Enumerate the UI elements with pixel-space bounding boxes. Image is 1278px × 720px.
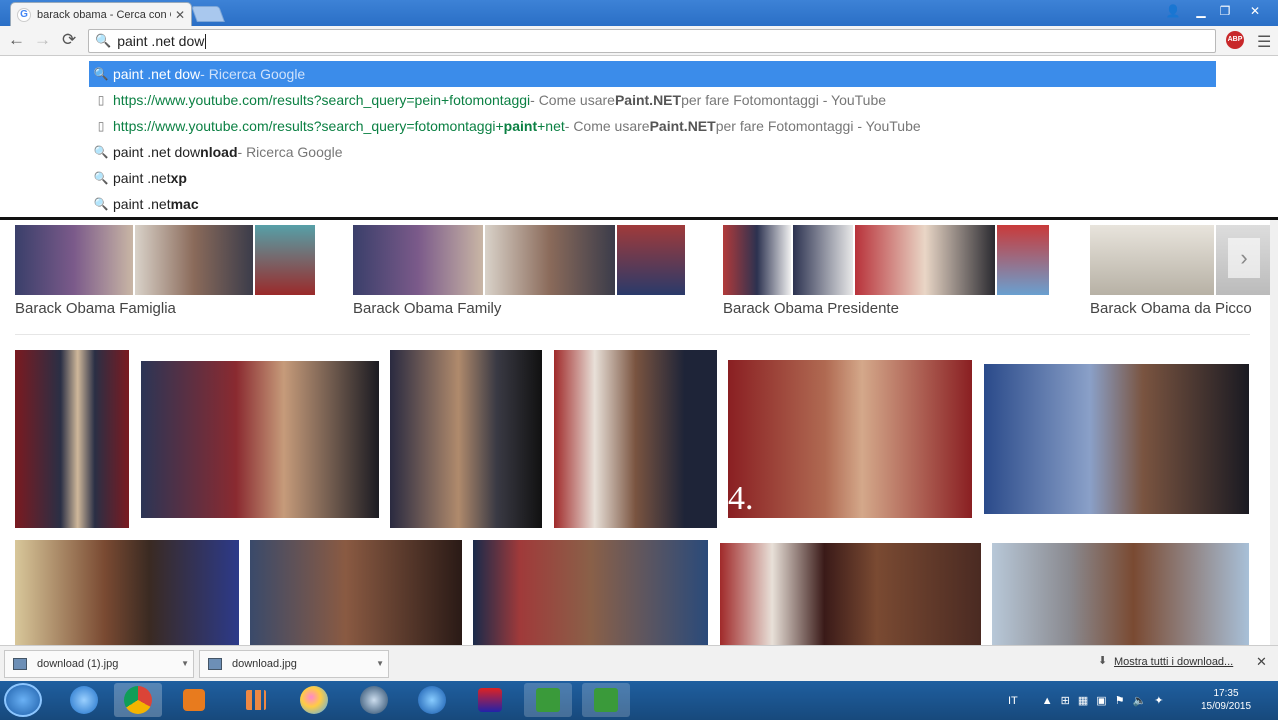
related-label[interactable]: Barack Obama da Picco — [1090, 300, 1265, 317]
clock[interactable]: 17:35 15/09/2015 — [1196, 687, 1256, 713]
search-icon: 🔍 — [95, 33, 112, 48]
suggestion-item[interactable]: 🔍 paint .net dow nload - Ricerca Google — [89, 139, 1216, 165]
action-center-icon[interactable]: ⚑ — [1115, 694, 1125, 707]
windows-start-button[interactable] — [4, 683, 42, 717]
back-arrow-icon[interactable]: ← — [8, 31, 25, 49]
image-result[interactable] — [15, 540, 239, 645]
close-icon[interactable]: ✕ — [1256, 654, 1267, 670]
windows-flag-icon[interactable]: ⊞ — [1061, 694, 1070, 707]
chrome-icon[interactable] — [114, 683, 162, 717]
adblock-plus-icon[interactable]: ABP — [1226, 31, 1244, 49]
related-thumbs[interactable] — [15, 225, 315, 295]
blue-app-icon[interactable] — [408, 683, 456, 717]
user-icon[interactable]: 👤 — [1160, 2, 1186, 20]
close-window-button[interactable]: ✕ — [1242, 2, 1268, 20]
suggestion-item[interactable]: ▯ https://www.youtube.com/results?search… — [89, 113, 1216, 139]
text-audio-icon[interactable] — [466, 683, 514, 717]
suggestion-item[interactable]: ▯ https://www.youtube.com/results?search… — [89, 87, 1216, 113]
image-file-icon — [13, 658, 27, 670]
search-icon: 🔍 — [93, 171, 109, 185]
browser-tab[interactable]: G barack obama - Cerca con Google ✕ — [10, 2, 192, 26]
camtasia-recorder-icon[interactable] — [582, 683, 630, 717]
volume-icon[interactable]: 🔈 — [1133, 694, 1147, 707]
browser-toolbar: ← → ⟳ 🔍 paint .net dow ABP ☰ — [0, 26, 1278, 56]
image-file-icon — [208, 658, 222, 670]
google-favicon-icon: G — [17, 7, 31, 22]
system-tray: IT ▲ ⊞ ▦ ▣ ⚑ 🔈 ✦ — [1008, 681, 1164, 720]
suggestion-item[interactable]: 🔍 paint .net dow - Ricerca Google — [89, 61, 1216, 87]
language-indicator[interactable]: IT — [1008, 695, 1018, 707]
suggestion-item[interactable]: 🔍 paint .net mac — [89, 191, 1216, 217]
related-thumbs[interactable] — [723, 225, 1049, 295]
search-icon: 🔍 — [93, 67, 109, 81]
omnibox-input[interactable]: 🔍 paint .net dow — [88, 29, 1216, 53]
page-icon: ▯ — [97, 119, 105, 133]
chevron-down-icon[interactable]: ▼ — [181, 659, 189, 668]
tab-close-icon[interactable]: ✕ — [175, 8, 185, 22]
omnibox-suggestions: 🔍 paint .net dow - Ricerca Google ▯ http… — [0, 57, 1278, 220]
overlay-text: 4. — [728, 480, 754, 517]
image-result[interactable] — [984, 364, 1249, 514]
download-bar: download (1).jpg ▼ download.jpg ▼ ⬇ Most… — [0, 645, 1278, 681]
omnibox-value: paint .net dow — [117, 33, 205, 49]
network-icon[interactable]: ▦ — [1078, 694, 1088, 707]
title-bar: G barack obama - Cerca con Google ✕ 👤 ▁ … — [0, 0, 1278, 26]
related-label[interactable]: Barack Obama Presidente — [723, 300, 899, 317]
text-caret — [205, 33, 207, 49]
media-player-icon[interactable] — [170, 683, 218, 717]
image-result[interactable] — [390, 350, 542, 528]
download-item[interactable]: download (1).jpg ▼ — [4, 650, 194, 678]
minimize-button[interactable]: ▁ — [1188, 2, 1214, 20]
chevron-right-icon[interactable]: › — [1228, 238, 1260, 278]
camtasia-icon[interactable] — [524, 683, 572, 717]
windows-taskbar: IT ▲ ⊞ ▦ ▣ ⚑ 🔈 ✦ 17:35 15/09/2015 — [0, 681, 1278, 720]
chevron-up-icon[interactable]: ▲ — [1042, 695, 1053, 707]
hamburger-menu-icon[interactable]: ☰ — [1257, 32, 1271, 52]
image-result[interactable] — [141, 361, 379, 518]
globe-app-icon[interactable] — [350, 683, 398, 717]
image-result[interactable] — [473, 540, 708, 645]
related-label[interactable]: Barack Obama Famiglia — [15, 300, 176, 317]
page-scrollbar[interactable] — [1270, 220, 1278, 645]
related-thumbs[interactable] — [353, 225, 685, 295]
page-icon: ▯ — [97, 93, 105, 107]
show-all-downloads-link[interactable]: Mostra tutti i download... — [1114, 656, 1233, 668]
suggestion-item[interactable]: 🔍 paint .net xp — [89, 165, 1216, 191]
divider — [15, 334, 1250, 335]
image-result[interactable] — [15, 350, 129, 528]
paint-palette-icon[interactable] — [290, 683, 338, 717]
download-arrow-icon: ⬇ — [1098, 655, 1108, 667]
restore-button[interactable]: ❐ — [1212, 2, 1238, 20]
search-icon: 🔍 — [93, 197, 109, 211]
search-icon: 🔍 — [93, 145, 109, 159]
image-result[interactable] — [992, 543, 1249, 645]
forward-arrow-icon[interactable]: → — [34, 31, 51, 49]
device-icon[interactable]: ▣ — [1096, 694, 1106, 707]
download-item[interactable]: download.jpg ▼ — [199, 650, 389, 678]
image-result[interactable]: 4. — [728, 360, 972, 518]
image-results: Barack Obama Famiglia Barack Obama Famil… — [0, 220, 1270, 645]
image-result[interactable] — [720, 543, 981, 645]
image-result[interactable] — [554, 350, 717, 528]
related-label[interactable]: Barack Obama Family — [353, 300, 501, 317]
tab-title: barack obama - Cerca con Google — [37, 8, 171, 21]
chevron-down-icon[interactable]: ▼ — [376, 659, 384, 668]
new-tab-button[interactable] — [191, 6, 225, 22]
internet-explorer-icon[interactable] — [60, 683, 108, 717]
image-result[interactable] — [250, 540, 462, 645]
reload-icon[interactable]: ⟳ — [62, 31, 76, 49]
app-grid-icon[interactable] — [232, 683, 280, 717]
app-tray-icon[interactable]: ✦ — [1154, 694, 1163, 707]
